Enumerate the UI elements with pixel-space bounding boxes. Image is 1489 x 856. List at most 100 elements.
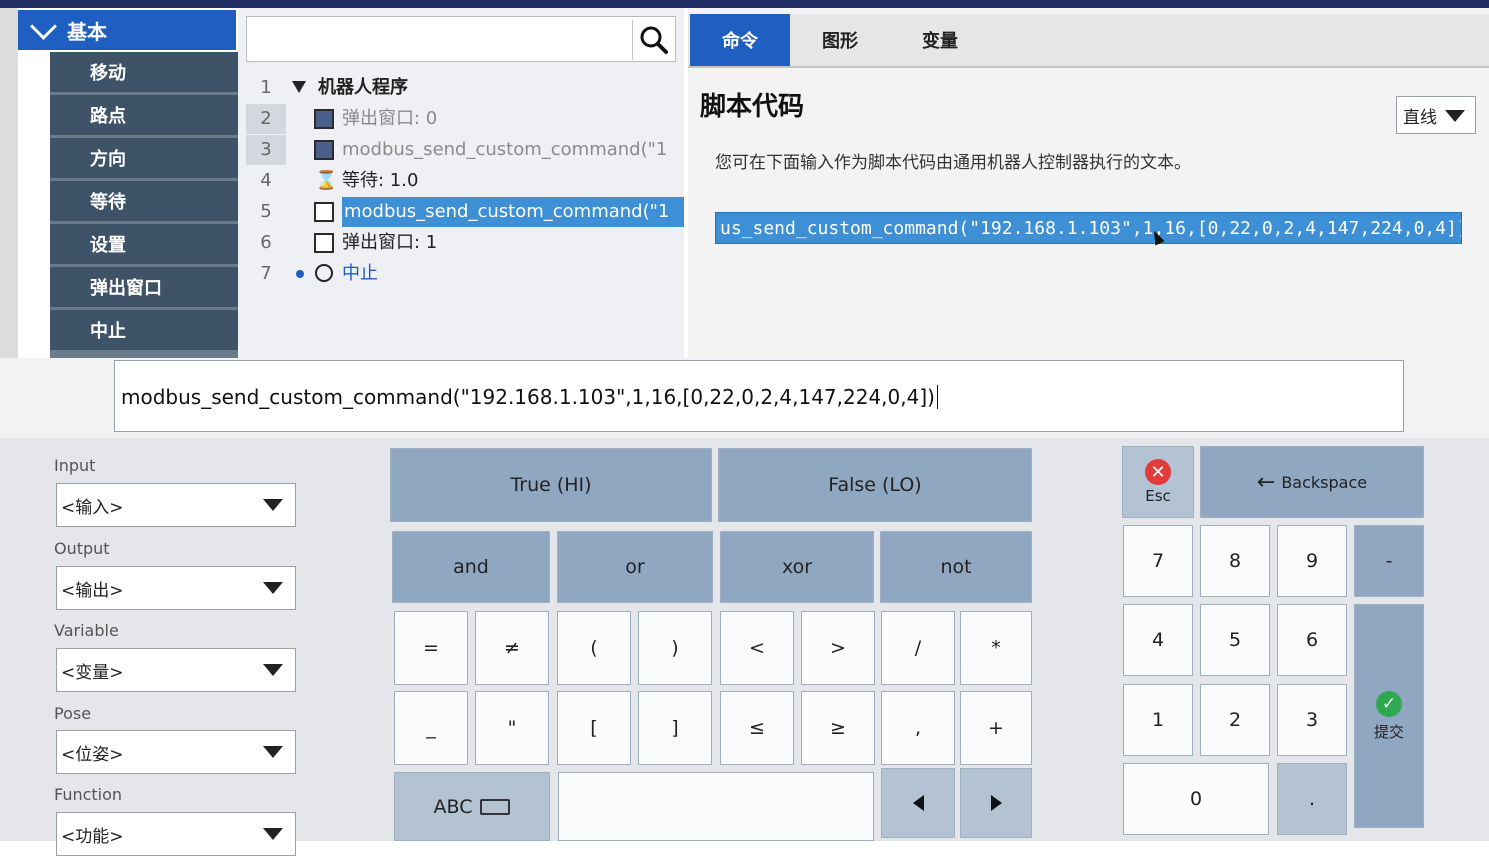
digit-2-key[interactable]: 2 bbox=[1200, 684, 1270, 756]
tree-row-script-2-selected[interactable]: 5 modbus_send_custom_command("1 bbox=[246, 197, 684, 227]
dropdown-arrow-icon bbox=[1445, 110, 1465, 122]
false-lo-key[interactable]: False (LO) bbox=[718, 448, 1032, 522]
current-line-marker bbox=[296, 270, 304, 278]
comma-key[interactable]: , bbox=[881, 691, 955, 765]
menu-category-basic[interactable]: 基本 bbox=[18, 10, 236, 50]
keyboard-icon bbox=[480, 798, 511, 815]
title-strip bbox=[0, 0, 1489, 8]
plus-key[interactable]: + bbox=[960, 691, 1032, 765]
input-select[interactable]: <输入> bbox=[56, 483, 296, 527]
decimal-point-key[interactable]: . bbox=[1277, 763, 1347, 835]
space-key[interactable] bbox=[558, 772, 874, 841]
not-equal-key[interactable]: ≠ bbox=[475, 611, 549, 685]
arrow-left-icon: ← bbox=[1256, 469, 1276, 495]
menu-item-popup[interactable]: 弹出窗口 bbox=[50, 267, 238, 307]
open-paren-key[interactable]: ( bbox=[557, 611, 631, 685]
halt-icon bbox=[315, 264, 333, 282]
menu-item-direction[interactable]: 方向 bbox=[50, 138, 238, 178]
and-key[interactable]: and bbox=[392, 531, 550, 603]
greater-equal-key[interactable]: ≥ bbox=[801, 691, 875, 765]
command-menu: 移动 路点 方向 等待 设置 弹出窗口 中止 bbox=[50, 52, 238, 358]
xor-key[interactable]: xor bbox=[720, 531, 874, 603]
digit-6-key[interactable]: 6 bbox=[1277, 604, 1347, 676]
tab-command[interactable]: 命令 bbox=[690, 14, 790, 66]
popup-icon bbox=[314, 233, 334, 253]
equals-key[interactable]: = bbox=[394, 611, 468, 685]
less-than-key[interactable]: < bbox=[720, 611, 794, 685]
digit-4-key[interactable]: 4 bbox=[1123, 604, 1193, 676]
tab-variables[interactable]: 变量 bbox=[894, 14, 986, 66]
dropdown-arrow-icon bbox=[263, 582, 283, 594]
dropdown-arrow-icon bbox=[263, 664, 283, 676]
digit-7-key[interactable]: 7 bbox=[1123, 525, 1193, 597]
function-select[interactable]: <功能> bbox=[56, 812, 296, 856]
close-bracket-key[interactable]: ] bbox=[638, 691, 712, 765]
abc-keyboard-key[interactable]: ABC bbox=[394, 772, 550, 841]
digit-0-key[interactable]: 0 bbox=[1123, 763, 1269, 835]
popup-icon bbox=[314, 109, 334, 129]
tree-row-popup-0[interactable]: 2 弹出窗口: 0 bbox=[246, 104, 682, 134]
tree-row-wait[interactable]: 4 ⌛ 等待: 1.0 bbox=[246, 166, 682, 196]
menu-item-halt[interactable]: 中止 bbox=[50, 310, 238, 350]
arrow-left-icon bbox=[912, 795, 924, 811]
mode-select[interactable]: 直线 bbox=[1396, 96, 1476, 134]
description-text: 您可在下面输入作为脚本代码由通用机器人控制器执行的文本。 bbox=[715, 153, 1191, 173]
quote-key[interactable]: " bbox=[475, 691, 549, 765]
close-paren-key[interactable]: ) bbox=[638, 611, 712, 685]
expression-input[interactable]: modbus_send_custom_command("192.168.1.10… bbox=[114, 360, 1404, 432]
pose-select[interactable]: <位姿> bbox=[56, 730, 296, 774]
hourglass-icon: ⌛ bbox=[315, 170, 338, 191]
input-label: Input bbox=[54, 456, 96, 475]
text-caret bbox=[936, 385, 945, 409]
dropdown-arrow-icon bbox=[263, 828, 283, 840]
tree-row-halt[interactable]: 7 中止 bbox=[246, 259, 682, 289]
panel-title: 脚本代码 bbox=[700, 92, 805, 122]
output-select[interactable]: <输出> bbox=[56, 566, 296, 610]
backspace-key[interactable]: ← Backspace bbox=[1200, 446, 1424, 518]
pose-label: Pose bbox=[54, 704, 92, 723]
digit-1-key[interactable]: 1 bbox=[1123, 684, 1193, 756]
cursor-right-key[interactable] bbox=[960, 768, 1032, 838]
dropdown-arrow-icon bbox=[263, 746, 283, 758]
arrow-right-icon bbox=[990, 795, 1002, 811]
menu-item-move[interactable]: 移动 bbox=[50, 52, 238, 92]
chevron-down-icon bbox=[30, 12, 57, 40]
close-icon: ✕ bbox=[1145, 459, 1171, 485]
divide-key[interactable]: / bbox=[881, 611, 955, 685]
variable-label: Variable bbox=[54, 621, 119, 640]
digit-8-key[interactable]: 8 bbox=[1200, 525, 1270, 597]
multiply-key[interactable]: * bbox=[960, 611, 1032, 685]
menu-item-waypoint[interactable]: 路点 bbox=[50, 95, 238, 135]
function-label: Function bbox=[54, 785, 123, 804]
expand-triangle-icon[interactable] bbox=[292, 81, 306, 93]
search-icon[interactable] bbox=[632, 20, 674, 60]
menu-item-wait[interactable]: 等待 bbox=[50, 181, 238, 221]
checkmark-icon: ✓ bbox=[1376, 690, 1402, 717]
digit-9-key[interactable]: 9 bbox=[1277, 525, 1347, 597]
not-key[interactable]: not bbox=[880, 531, 1032, 603]
menu-header-label: 基本 bbox=[67, 19, 107, 44]
dropdown-arrow-icon bbox=[263, 499, 283, 511]
esc-key[interactable]: ✕ Esc bbox=[1122, 446, 1194, 518]
output-label: Output bbox=[54, 539, 110, 558]
true-hi-key[interactable]: True (HI) bbox=[390, 448, 712, 522]
tab-graphics[interactable]: 图形 bbox=[794, 14, 886, 66]
tree-row-script-1[interactable]: 3 modbus_send_custom_command("1 bbox=[246, 135, 682, 165]
digit-5-key[interactable]: 5 bbox=[1200, 604, 1270, 676]
variable-select[interactable]: <变量> bbox=[56, 648, 296, 692]
digit-3-key[interactable]: 3 bbox=[1277, 684, 1347, 756]
script-code-line[interactable]: us_send_custom_command("192.168.1.103",1… bbox=[715, 212, 1462, 244]
program-search-input[interactable] bbox=[246, 16, 676, 62]
menu-item-set[interactable]: 设置 bbox=[50, 224, 238, 264]
minus-key[interactable]: - bbox=[1354, 525, 1424, 597]
submit-key[interactable]: ✓ 提交 bbox=[1354, 604, 1424, 828]
less-equal-key[interactable]: ≤ bbox=[720, 691, 794, 765]
open-bracket-key[interactable]: [ bbox=[557, 691, 631, 765]
or-key[interactable]: or bbox=[557, 531, 713, 603]
greater-than-key[interactable]: > bbox=[801, 611, 875, 685]
tree-row-popup-1[interactable]: 6 弹出窗口: 1 bbox=[246, 228, 682, 258]
cursor-left-key[interactable] bbox=[881, 768, 955, 838]
tree-row-program[interactable]: 1 机器人程序 bbox=[246, 73, 682, 103]
underscore-key[interactable]: _ bbox=[394, 691, 468, 765]
script-icon bbox=[314, 140, 334, 160]
